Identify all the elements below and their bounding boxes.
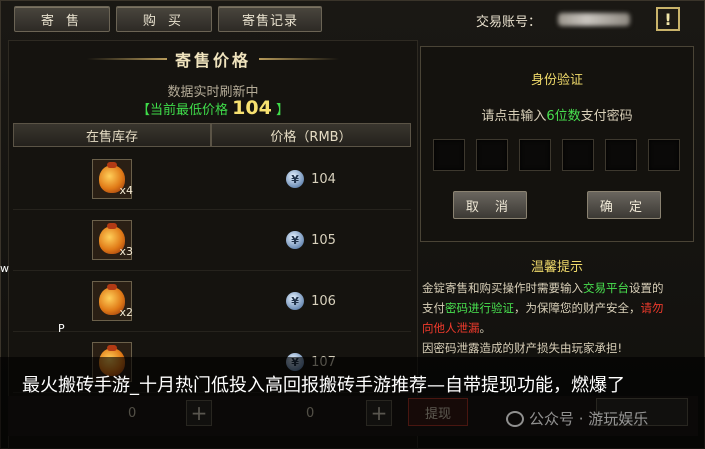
lowest-price-label: 【当前最低价格 xyxy=(137,103,229,118)
pin-digit-5[interactable] xyxy=(605,139,637,171)
account-value-redacted xyxy=(558,13,630,26)
title-ornament-left xyxy=(86,58,167,60)
tips-text-segment: 设置的 xyxy=(629,281,664,295)
panel-title-bar: 寄售价格 xyxy=(9,41,417,77)
tips-line-2: 支付密码进行验证，为保障您的财产安全，请勿 xyxy=(422,298,694,318)
lowest-price: 【当前最低价格 104 】 xyxy=(9,97,417,119)
price-cell: ¥105 xyxy=(211,210,411,270)
pin-digit-4[interactable] xyxy=(562,139,594,171)
rmb-coin-icon: ¥ xyxy=(286,292,305,310)
gold-bag-item[interactable]: x4 xyxy=(92,159,133,199)
item-quantity: x4 xyxy=(119,184,133,197)
tips-text-segment: 。 xyxy=(479,321,492,335)
rmb-coin-icon: ¥ xyxy=(286,231,305,249)
price-value: 106 xyxy=(311,293,336,309)
edge-letter-p: P xyxy=(58,322,65,335)
price-cell: ¥104 xyxy=(211,149,411,209)
verify-hint-highlight: 6位数 xyxy=(546,109,581,124)
caption-text: 最火搬砖手游_十月热门低投入高回报搬砖手游推荐—自带提现功能，燃爆了 xyxy=(22,375,625,396)
watermark-text: 公众号 · 游玩娱乐 xyxy=(529,410,649,428)
title-ornament-right xyxy=(259,58,339,60)
watermark: 公众号 · 游玩娱乐 xyxy=(506,408,648,429)
pin-digit-2[interactable] xyxy=(476,139,508,171)
verify-title: 身份验证 xyxy=(530,73,583,88)
item-quantity: x3 xyxy=(119,245,133,258)
panel-title: 寄售价格 xyxy=(174,51,251,70)
stock-cell: x2 xyxy=(13,271,211,331)
pin-digit-6[interactable] xyxy=(648,139,680,171)
table-row[interactable]: x4 ¥104 xyxy=(13,149,411,210)
edge-letter-w: w xyxy=(0,262,9,275)
stock-cell: x4 xyxy=(13,149,211,209)
top-tabs: 寄 售 购 买 寄售记录 xyxy=(14,6,322,34)
rmb-coin-icon: ¥ xyxy=(286,170,305,188)
tips-highlight: 密码进行验证 xyxy=(445,301,514,315)
tips-text-segment: 支付 xyxy=(422,301,445,315)
verify-hint-pre: 请点击输入 xyxy=(481,109,547,124)
tab-buy[interactable]: 购 买 xyxy=(116,6,212,32)
cancel-button[interactable]: 取 消 xyxy=(453,191,527,219)
price-cell: ¥106 xyxy=(211,271,411,331)
tab-sell-records[interactable]: 寄售记录 xyxy=(218,6,322,32)
tips-warning: 请勿 xyxy=(640,301,664,315)
gold-bag-item[interactable]: x3 xyxy=(92,220,133,260)
pin-digit-3[interactable] xyxy=(519,139,551,171)
column-stock: 在售库存 xyxy=(13,123,211,147)
verify-hint-post: 支付密码 xyxy=(580,109,633,124)
tips-line-4: 因密码泄露造成的财产损失由玩家承担! xyxy=(422,341,623,355)
column-price: 价格（RMB） xyxy=(211,123,411,147)
price-value: 105 xyxy=(311,232,336,248)
identity-verify-panel: 身份验证 请点击输入6位数支付密码 取 消 确 定 xyxy=(420,46,694,242)
table-row[interactable]: x2 ¥106 xyxy=(13,271,411,332)
account-label: 交易账号： xyxy=(476,15,542,30)
stock-cell: x3 xyxy=(13,210,211,270)
tips-line-1: 金锭寄售和购买操作时需要输入交易平台设置的 xyxy=(422,278,694,298)
item-quantity: x2 xyxy=(119,306,133,319)
tips-highlight: 交易平台 xyxy=(583,281,629,295)
tips-text-segment: ，为保障您的财产安全， xyxy=(514,301,641,315)
wechat-icon xyxy=(506,410,524,427)
tips-line-3: 向他人泄漏。 xyxy=(422,318,694,338)
price-value: 104 xyxy=(311,171,336,187)
pin-digit-1[interactable] xyxy=(433,139,465,171)
tips-text: 金锭寄售和购买操作时需要输入交易平台设置的 支付密码进行验证，为保障您的财产安全… xyxy=(422,278,694,358)
pin-input-group xyxy=(433,139,680,171)
tips-title: 温馨提示 xyxy=(530,260,583,275)
tab-sell[interactable]: 寄 售 xyxy=(14,6,110,32)
table-header: 在售库存 价格（RMB） xyxy=(13,123,411,147)
tips-warning: 向他人泄漏 xyxy=(422,321,480,335)
verify-hint: 请点击输入6位数支付密码 xyxy=(421,105,693,124)
lowest-price-value: 104 xyxy=(232,97,272,119)
table-row[interactable]: x3 ¥105 xyxy=(13,210,411,271)
tips-text-segment: 金锭寄售和购买操作时需要输入 xyxy=(422,281,583,295)
confirm-button[interactable]: 确 定 xyxy=(587,191,661,219)
caption-overlay xyxy=(0,357,705,449)
alert-icon[interactable]: ! xyxy=(656,7,680,31)
lowest-price-suffix: 】 xyxy=(275,103,289,118)
gold-bag-item[interactable]: x2 xyxy=(92,281,133,321)
